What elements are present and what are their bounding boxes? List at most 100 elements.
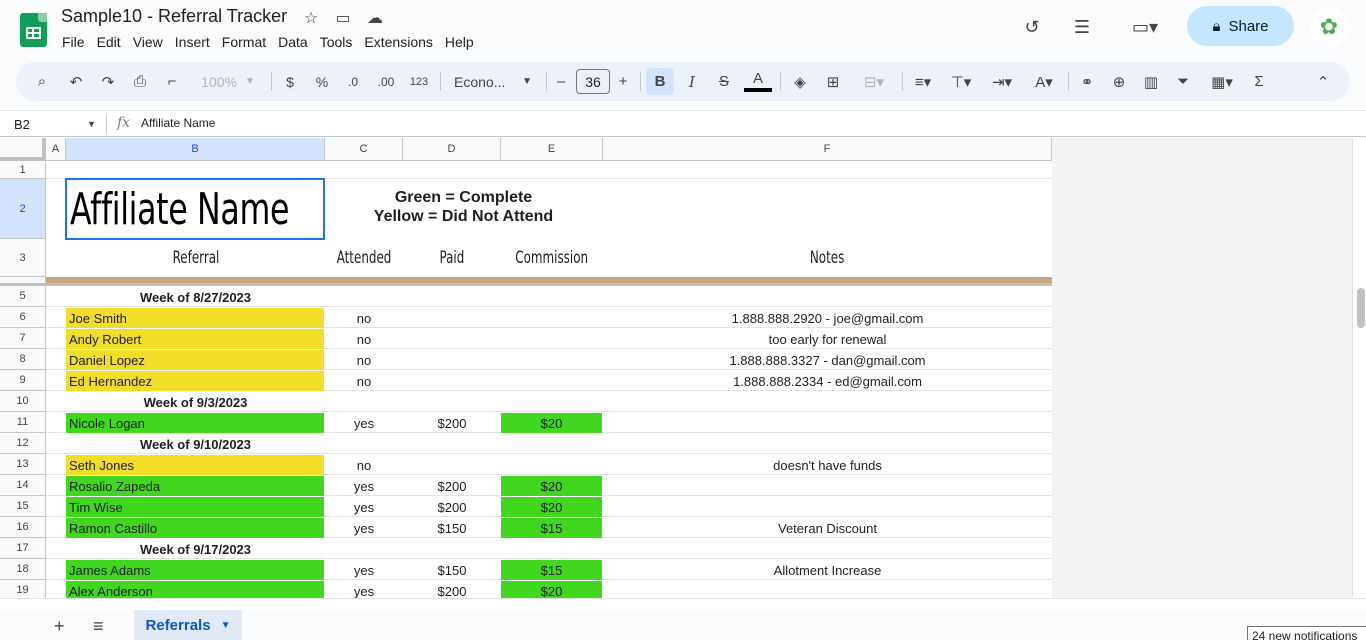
sheets-logo-icon[interactable] [20, 13, 47, 47]
menu-edit[interactable]: Edit [91, 32, 127, 52]
formula-input[interactable]: Affiliate Name [141, 116, 215, 130]
sheet-tab-referrals[interactable]: Referrals ▼ [134, 610, 242, 640]
row-header-18[interactable]: 18 [0, 559, 46, 580]
attended-cell[interactable]: yes [325, 518, 403, 538]
notes-cell[interactable]: too early for renewal [603, 329, 1052, 349]
meet-video-icon[interactable]: ▭▾ [1122, 14, 1168, 40]
notes-cell[interactable]: doesn't have funds [603, 455, 1052, 475]
bold-button[interactable]: B [646, 68, 674, 95]
notes-cell[interactable]: Veteran Discount [603, 518, 1052, 538]
attended-cell[interactable]: yes [325, 476, 403, 496]
comments-icon[interactable]: ☰ [1068, 14, 1096, 40]
more-formats-button[interactable]: 123 [406, 68, 432, 95]
referral-name-cell[interactable]: Daniel Lopez [66, 350, 324, 370]
vertical-scroll-thumb[interactable] [1357, 288, 1365, 328]
referral-name-cell[interactable]: Andy Robert [66, 329, 324, 349]
font-select[interactable]: Econo... ▼ [448, 68, 538, 95]
header-paid-cell[interactable]: Paid [403, 246, 501, 270]
increase-decimal-button[interactable]: .00 [372, 68, 400, 95]
insert-link-icon[interactable]: ⚭ [1074, 68, 1100, 95]
commission-cell[interactable]: $15 [501, 560, 602, 580]
paid-cell[interactable]: $200 [403, 413, 501, 433]
menu-insert[interactable]: Insert [169, 32, 216, 52]
header-referral-cell[interactable]: Referral [66, 246, 325, 270]
fill-color-icon[interactable]: ◈ [786, 68, 814, 95]
all-sheets-icon[interactable]: ≡ [93, 616, 104, 637]
menu-help[interactable]: Help [439, 32, 480, 52]
week-label-3[interactable]: Week of 9/10/2023 [66, 434, 325, 454]
zoom-select[interactable]: 100% ▼ [194, 68, 262, 95]
insert-chart-icon[interactable]: ▥ [1138, 68, 1164, 95]
paid-cell[interactable]: $150 [403, 518, 501, 538]
filter-icon[interactable]: ⏷ [1170, 68, 1196, 95]
document-title[interactable]: Sample10 - Referral Tracker [61, 6, 287, 27]
paint-format-icon[interactable]: ⌐ [160, 68, 184, 95]
notes-cell[interactable]: 1.888.888.2334 - ed@gmail.com [603, 371, 1052, 391]
menu-file[interactable]: File [56, 32, 91, 52]
search-menus-icon[interactable]: ⌕ [30, 68, 54, 95]
column-header-d[interactable]: D [403, 138, 501, 161]
commission-cell[interactable]: $20 [501, 497, 602, 517]
row-header-5[interactable]: 5 [0, 286, 46, 307]
frozen-rows-divider[interactable] [0, 283, 1052, 286]
attended-cell[interactable]: no [325, 350, 403, 370]
text-color-button[interactable]: A [744, 68, 772, 92]
row-header-3[interactable]: 3 [0, 239, 46, 277]
paid-cell[interactable]: $200 [403, 581, 501, 599]
increase-font-size-button[interactable]: + [614, 68, 632, 95]
functions-icon[interactable]: Σ [1246, 68, 1272, 95]
row-header-1[interactable]: 1 [0, 161, 46, 179]
print-icon[interactable]: ⎙ [128, 68, 152, 95]
row-header-11[interactable]: 11 [0, 412, 46, 433]
redo-icon[interactable]: ↷ [96, 68, 120, 95]
currency-format-button[interactable]: $ [278, 68, 302, 95]
merge-cells-icon[interactable]: ⊟▾ [852, 68, 896, 95]
week-label-1[interactable]: Week of 8/27/2023 [66, 287, 325, 307]
notes-cell[interactable]: 1.888.888.3327 - dan@gmail.com [603, 350, 1052, 370]
decrease-decimal-button[interactable]: .0 [340, 68, 366, 95]
affiliate-name-cell[interactable]: Affiliate Name [65, 178, 325, 240]
header-commission-cell[interactable]: Commission [501, 246, 603, 270]
referral-name-cell[interactable]: Ed Hernandez [66, 371, 324, 391]
menu-extensions[interactable]: Extensions [358, 32, 438, 52]
row-header-15[interactable]: 15 [0, 496, 46, 517]
referral-name-cell[interactable]: James Adams [66, 560, 324, 580]
text-rotation-icon[interactable]: A▾ [1026, 68, 1062, 95]
font-size-input[interactable]: 36 [576, 69, 610, 94]
referral-name-cell[interactable]: Nicole Logan [66, 413, 324, 433]
referral-name-cell[interactable]: Rosalio Zapeda [66, 476, 324, 496]
attended-cell[interactable]: yes [325, 560, 403, 580]
notes-cell[interactable]: 1.888.888.2920 - joe@gmail.com [603, 308, 1052, 328]
column-header-e[interactable]: E [501, 138, 603, 161]
paid-cell[interactable]: $200 [403, 497, 501, 517]
column-header-b[interactable]: B [66, 138, 325, 161]
commission-cell[interactable]: $15 [501, 518, 602, 538]
column-header-f[interactable]: F [603, 138, 1052, 161]
menu-view[interactable]: View [127, 32, 169, 52]
commission-cell[interactable]: $20 [501, 581, 602, 598]
row-header-19[interactable]: 19 [0, 580, 46, 598]
referral-name-cell[interactable]: Alex Anderson [66, 581, 324, 598]
row-header-13[interactable]: 13 [0, 454, 46, 475]
column-header-a[interactable]: A [46, 138, 66, 161]
filter-views-icon[interactable]: ▦▾ [1202, 68, 1242, 95]
strikethrough-button[interactable]: S [710, 68, 738, 95]
referral-name-cell[interactable]: Seth Jones [66, 455, 324, 475]
select-all-corner[interactable] [0, 138, 46, 161]
insert-comment-icon[interactable]: ⊕ [1106, 68, 1132, 95]
menu-format[interactable]: Format [216, 32, 272, 52]
attended-cell[interactable]: yes [325, 497, 403, 517]
row-header-2[interactable]: 2 [0, 179, 46, 239]
name-box[interactable]: B2 ▼ [8, 115, 100, 133]
row-header-16[interactable]: 16 [0, 517, 46, 538]
row-header-6[interactable]: 6 [0, 307, 46, 328]
column-header-c[interactable]: C [325, 138, 403, 161]
italic-button[interactable]: I [678, 68, 706, 95]
paid-cell[interactable]: $150 [403, 560, 501, 580]
cloud-status-icon[interactable]: ☁ [364, 8, 386, 28]
vertical-align-icon[interactable]: ⊤▾ [944, 68, 978, 95]
horizontal-scrollbar[interactable] [0, 598, 1366, 610]
header-notes-cell[interactable]: Notes [603, 246, 1052, 270]
account-avatar[interactable]: ✿ [1310, 8, 1348, 46]
row-header-10[interactable]: 10 [0, 391, 46, 412]
